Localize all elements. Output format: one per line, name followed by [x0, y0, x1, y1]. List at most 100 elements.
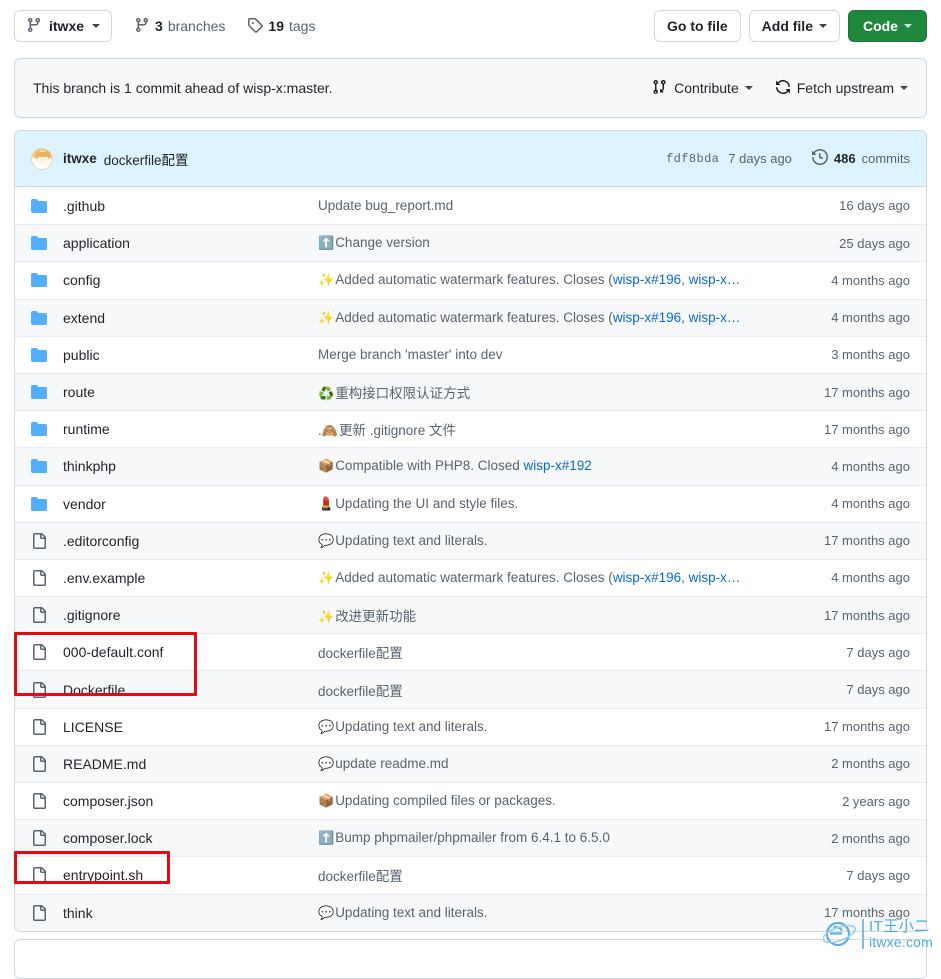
- commit-message-text[interactable]: Update bug_report.md: [318, 198, 453, 213]
- file-name-link[interactable]: public: [63, 347, 100, 363]
- file-name-link[interactable]: .github: [63, 198, 105, 214]
- file-name-cell: config: [63, 272, 318, 288]
- commit-message-text[interactable]: Updating compiled files or packages.: [335, 793, 556, 808]
- file-name-link[interactable]: composer.lock: [63, 830, 152, 846]
- add-file-button[interactable]: Add file: [749, 10, 840, 42]
- commit-message-text[interactable]: Added automatic watermark features. Clos…: [335, 570, 613, 585]
- file-name-link[interactable]: README.md: [63, 756, 146, 772]
- commit-message-cell: ✨Added automatic watermark features. Clo…: [318, 310, 831, 326]
- table-row[interactable]: runtime.🙈更新 .gitignore 文件17 months ago: [15, 410, 926, 447]
- file-name-link[interactable]: 000-default.conf: [63, 644, 163, 660]
- table-row[interactable]: .env.example✨Added automatic watermark f…: [15, 559, 926, 596]
- file-name-link[interactable]: entrypoint.sh: [63, 867, 143, 883]
- git-pull-request-icon: [652, 79, 668, 98]
- commit-message-text[interactable]: Merge branch 'master' into dev: [318, 347, 503, 362]
- file-name-link[interactable]: LICENSE: [63, 719, 123, 735]
- tags-count: 19: [268, 18, 284, 34]
- issue-reference-link[interactable]: wisp-x#196: [613, 310, 681, 325]
- issue-reference-link[interactable]: wisp-x…: [689, 570, 741, 585]
- table-row[interactable]: config✨Added automatic watermark feature…: [15, 261, 926, 298]
- commit-message-text[interactable]: dockerfile配置: [318, 646, 403, 661]
- table-row[interactable]: README.md💬update readme.md2 months ago: [15, 745, 926, 782]
- table-row[interactable]: public Merge branch 'master' into dev 3 mo…: [15, 336, 926, 373]
- issue-reference-link[interactable]: wisp-x#196: [613, 570, 681, 585]
- table-row[interactable]: thinkphp📦Compatible with PHP8. Closed wi…: [15, 447, 926, 484]
- table-row[interactable]: think💬Updating text and literals.17 mont…: [15, 894, 926, 931]
- file-name-link[interactable]: runtime: [63, 421, 110, 437]
- table-row[interactable]: route♻️重构接口权限认证方式17 months ago: [15, 373, 926, 410]
- tags-count-link[interactable]: 19 tags: [247, 17, 315, 36]
- file-name-link[interactable]: composer.json: [63, 793, 153, 809]
- commit-message-text[interactable]: Updating text and literals.: [335, 719, 487, 734]
- issue-reference-link[interactable]: wisp-x#192: [524, 458, 592, 473]
- commit-message-text[interactable]: 重构接口权限认证方式: [335, 386, 470, 401]
- file-name-link[interactable]: config: [63, 272, 100, 288]
- file-name-cell: 000-default.conf: [63, 644, 318, 660]
- commit-author-link[interactable]: itwxe: [63, 151, 97, 166]
- commit-emoji-icon: ✨: [318, 310, 334, 325]
- commit-history-link[interactable]: 486 commits: [812, 149, 910, 168]
- file-name-link[interactable]: .env.example: [63, 570, 145, 586]
- file-name-link[interactable]: route: [63, 384, 95, 400]
- commit-message-text[interactable]: Compatible with PHP8. Closed: [335, 458, 523, 473]
- file-name-cell: .env.example: [63, 570, 318, 586]
- link-separator: ,: [681, 570, 689, 585]
- tags-label: tags: [289, 18, 315, 34]
- commit-sha-link[interactable]: fdf8bda: [666, 152, 719, 166]
- commit-message-text[interactable]: 改进更新功能: [335, 609, 416, 624]
- table-row[interactable]: LICENSE💬Updating text and literals.17 mo…: [15, 708, 926, 745]
- commit-message-text[interactable]: Change version: [335, 235, 430, 250]
- contribute-button[interactable]: Contribute: [652, 79, 753, 98]
- commit-age-cell: 2 years ago: [842, 794, 910, 809]
- issue-reference-link[interactable]: wisp-x…: [689, 310, 741, 325]
- file-name-link[interactable]: application: [63, 235, 130, 251]
- commit-message-text[interactable]: Updating text and literals.: [335, 533, 487, 548]
- file-name-link[interactable]: .gitignore: [63, 607, 121, 623]
- commit-message-text[interactable]: 更新 .gitignore 文件: [339, 423, 456, 438]
- issue-reference-link[interactable]: wisp-x…: [689, 272, 741, 287]
- code-button[interactable]: Code: [848, 10, 927, 42]
- commit-message-text[interactable]: Added automatic watermark features. Clos…: [335, 310, 613, 325]
- commit-age-cell: 3 months ago: [831, 347, 910, 362]
- commit-message-text[interactable]: Updating text and literals.: [335, 905, 487, 920]
- file-name-cell: entrypoint.sh: [63, 867, 318, 883]
- commit-message-text[interactable]: dockerfile配置: [318, 869, 403, 884]
- commit-emoji-icon: 💬: [318, 719, 334, 734]
- table-row[interactable]: .editorconfig💬Updating text and literals…: [15, 522, 926, 559]
- file-name-link[interactable]: think: [63, 905, 93, 921]
- commit-message-link[interactable]: dockerfile配置: [104, 149, 189, 169]
- table-row[interactable]: extend ✨Added automatic watermark feature…: [15, 299, 926, 336]
- code-label: Code: [863, 18, 898, 34]
- table-row[interactable]: entrypoint.shdockerfile配置7 days ago: [15, 856, 926, 893]
- file-name-link[interactable]: .editorconfig: [63, 533, 139, 549]
- fetch-upstream-label: Fetch upstream: [797, 80, 894, 96]
- file-name-link[interactable]: extend: [63, 310, 105, 326]
- link-separator: ,: [681, 310, 689, 325]
- commit-message-text[interactable]: update readme.md: [335, 756, 448, 771]
- file-name-link[interactable]: vendor: [63, 496, 106, 512]
- table-row[interactable]: .gitignore✨改进更新功能17 months ago: [15, 596, 926, 633]
- history-icon: [812, 149, 828, 168]
- file-icon: [31, 533, 63, 549]
- fetch-upstream-button[interactable]: Fetch upstream: [775, 79, 908, 98]
- commit-message-text[interactable]: Updating the UI and style files.: [335, 496, 518, 511]
- commit-message-text[interactable]: Added automatic watermark features. Clos…: [335, 272, 613, 287]
- file-name-cell: .gitignore: [63, 607, 318, 623]
- table-row[interactable]: 000-default.confdockerfile配置7 days ago: [15, 633, 926, 670]
- table-row[interactable]: .githubUpdate bug_report.md16 days ago: [15, 187, 926, 224]
- branches-count-link[interactable]: 3 branches: [134, 17, 225, 36]
- issue-reference-link[interactable]: wisp-x#196: [613, 272, 681, 287]
- go-to-file-button[interactable]: Go to file: [654, 10, 741, 42]
- file-name-link[interactable]: thinkphp: [63, 458, 116, 474]
- table-row[interactable]: composer.lock⬆️Bump phpmailer/phpmailer …: [15, 819, 926, 856]
- table-row[interactable]: composer.json📦Updating compiled files or…: [15, 782, 926, 819]
- table-row[interactable]: vendor💄Updating the UI and style files.4…: [15, 485, 926, 522]
- commit-message-text[interactable]: dockerfile配置: [318, 684, 403, 699]
- branch-selector-button[interactable]: itwxe: [14, 10, 112, 42]
- git-branch-icon: [134, 17, 150, 36]
- table-row[interactable]: application⬆️Change version25 days ago: [15, 224, 926, 261]
- file-name-link[interactable]: Dockerfile: [63, 682, 125, 698]
- file-icon: [31, 607, 63, 623]
- table-row[interactable]: Dockerfiledockerfile配置7 days ago: [15, 670, 926, 707]
- commit-message-text[interactable]: Bump phpmailer/phpmailer from 6.4.1 to 6…: [335, 830, 610, 845]
